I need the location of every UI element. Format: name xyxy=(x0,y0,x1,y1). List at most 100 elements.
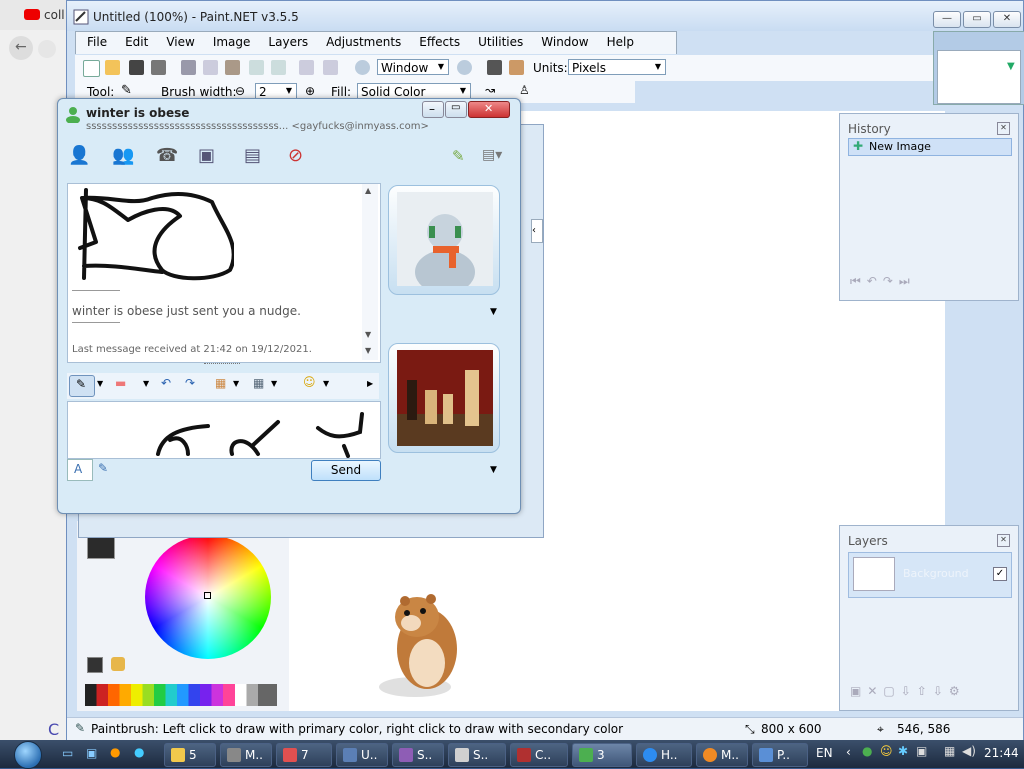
grid-icon[interactable] xyxy=(487,60,502,75)
zoom-out-icon[interactable] xyxy=(355,60,370,75)
print-icon[interactable] xyxy=(151,60,166,75)
new-file-icon[interactable] xyxy=(83,60,100,77)
chevron-down-icon[interactable]: ▼ xyxy=(323,379,329,388)
taskbar-button[interactable]: S.. xyxy=(448,743,506,767)
open-file-icon[interactable] xyxy=(105,60,120,75)
emoticon-icon[interactable]: ☺ xyxy=(303,375,316,389)
splitter-handle[interactable] xyxy=(204,363,240,366)
start-button[interactable] xyxy=(4,740,54,769)
network-icon[interactable]: ▦ xyxy=(944,744,955,758)
invite-contact-icon[interactable]: 👤 xyxy=(68,145,90,166)
taskbar-button[interactable]: U.. xyxy=(336,743,388,767)
redo-icon[interactable]: ↷ xyxy=(185,376,195,390)
menu-edit[interactable]: Edit xyxy=(114,32,155,49)
taskbar-button[interactable]: 7 xyxy=(276,743,332,767)
ink-mode-icon[interactable]: ✎ xyxy=(94,459,114,479)
add-color-icon[interactable] xyxy=(87,657,103,673)
chevron-down-icon[interactable]: ▼ xyxy=(143,379,149,388)
minimize-button[interactable]: – xyxy=(422,101,444,118)
taskbar-button[interactable]: M.. xyxy=(220,743,272,767)
back-icon[interactable]: ← xyxy=(9,36,33,60)
menu-view[interactable]: View xyxy=(155,32,201,49)
paintbrush-icon[interactable]: ✎ xyxy=(121,83,132,98)
share-files-icon[interactable]: 👥 xyxy=(112,145,134,166)
menu-icon[interactable]: ▤▾ xyxy=(482,147,502,163)
layer-controls[interactable]: ▣✕▢⇩⇧⇩⚙ xyxy=(850,684,966,698)
taskbar-button[interactable]: 3 xyxy=(572,743,632,767)
close-icon[interactable]: ✕ xyxy=(997,534,1010,547)
history-item[interactable]: ✚ New Image xyxy=(848,138,1012,156)
eraser-icon[interactable]: ▬ xyxy=(115,376,126,390)
menu-utilities[interactable]: Utilities xyxy=(467,32,530,49)
show-desktop-icon[interactable]: ▭ xyxy=(62,746,73,760)
taskbar-button[interactable]: H.. xyxy=(636,743,692,767)
more-icon[interactable]: ▶ xyxy=(367,379,373,388)
video-icon[interactable]: ▣ xyxy=(198,145,215,166)
menu-help[interactable]: Help xyxy=(596,32,641,49)
save-icon[interactable] xyxy=(129,60,144,75)
handwriting-input[interactable] xyxy=(67,401,381,459)
layer-row[interactable]: Background ✓ xyxy=(848,552,1012,598)
emoticon-tray-icon[interactable]: ☺ xyxy=(880,744,893,758)
block-contact-icon[interactable]: ⊘ xyxy=(288,145,303,166)
menu-file[interactable]: File xyxy=(76,32,114,49)
scrollbar[interactable]: ▲ ▼ ▼ xyxy=(362,184,378,360)
menu-adjustments[interactable]: Adjustments xyxy=(315,32,408,49)
info-icon[interactable] xyxy=(38,40,56,58)
activities-icon[interactable]: ▤ xyxy=(244,145,261,166)
scroll-arrow-icon[interactable]: ▼ xyxy=(1007,61,1015,72)
chevron-down-icon[interactable]: ▼ xyxy=(490,465,497,475)
tray-expand-icon[interactable]: ‹ xyxy=(846,745,851,759)
zoom-in-icon[interactable] xyxy=(457,60,472,75)
close-button[interactable]: ✕ xyxy=(468,101,510,118)
increase-width-icon[interactable]: ⊕ xyxy=(305,84,315,98)
taskbar-button[interactable]: C.. xyxy=(510,743,568,767)
browser-tab[interactable]: coll xyxy=(0,0,70,30)
history-controls[interactable]: ⏮↶↷⏭ xyxy=(850,274,916,289)
text-mode-icon[interactable]: A xyxy=(67,459,93,481)
pen-tool-icon[interactable]: ✎ xyxy=(69,375,95,397)
palette-menu-icon[interactable] xyxy=(111,657,125,671)
chevron-left-icon[interactable]: ‹ xyxy=(531,219,543,243)
layer-visible-checkbox[interactable]: ✓ xyxy=(993,567,1007,581)
messenger-tray-icon[interactable]: ● xyxy=(862,744,872,758)
paste-icon[interactable] xyxy=(225,60,240,75)
clock[interactable]: 21:44 xyxy=(984,746,1019,760)
taskbar-button[interactable]: 5 xyxy=(164,743,216,767)
close-icon[interactable]: ✕ xyxy=(997,122,1010,135)
volume-icon[interactable]: ◀) xyxy=(962,744,976,758)
chevron-down-icon[interactable]: ▼ xyxy=(271,379,277,388)
menu-image[interactable]: Image xyxy=(202,32,258,49)
redo-icon[interactable] xyxy=(323,60,338,75)
contact-avatar-frame[interactable] xyxy=(388,185,500,295)
decrease-width-icon[interactable]: ⊖ xyxy=(235,84,245,98)
chevron-down-icon[interactable]: ▼ xyxy=(233,379,239,388)
ruler-icon[interactable] xyxy=(509,60,524,75)
color-wheel[interactable] xyxy=(145,535,271,659)
undo-icon[interactable] xyxy=(299,60,314,75)
brush-theme-icon[interactable]: ✎ xyxy=(452,147,465,165)
primary-color-swatch[interactable] xyxy=(87,535,115,559)
menu-layers[interactable]: Layers xyxy=(257,32,315,49)
maximize-button[interactable]: ▭ xyxy=(445,101,467,118)
chevron-down-icon[interactable]: ▼ xyxy=(97,379,103,388)
antialias-icon[interactable]: ↝ xyxy=(485,83,495,97)
units-select[interactable]: Pixels ▼ xyxy=(568,59,666,75)
color-palette[interactable] xyxy=(85,684,277,706)
maximize-button[interactable]: ▭ xyxy=(963,11,991,28)
menu-window[interactable]: Window xyxy=(530,32,595,49)
firefox-quicklaunch-icon[interactable]: ● xyxy=(110,745,120,759)
fill-select[interactable]: Solid Color ▼ xyxy=(357,83,471,99)
stamp-icon[interactable]: ▦ xyxy=(215,376,226,390)
close-button[interactable]: ✕ xyxy=(993,11,1021,28)
blend-mode-icon[interactable]: ♙ xyxy=(519,83,530,97)
background-icon[interactable]: ▦ xyxy=(253,376,264,390)
taskbar-button[interactable]: S.. xyxy=(392,743,444,767)
brush-width-input[interactable]: 2 ▼ xyxy=(255,83,297,99)
switch-windows-icon[interactable]: ▣ xyxy=(86,746,97,760)
copy-icon[interactable] xyxy=(203,60,218,75)
call-icon[interactable]: ☎ xyxy=(156,145,178,166)
crop-icon[interactable] xyxy=(249,60,264,75)
zoom-select[interactable]: Window ▼ xyxy=(377,59,449,75)
taskbar-button[interactable]: M.. xyxy=(696,743,748,767)
